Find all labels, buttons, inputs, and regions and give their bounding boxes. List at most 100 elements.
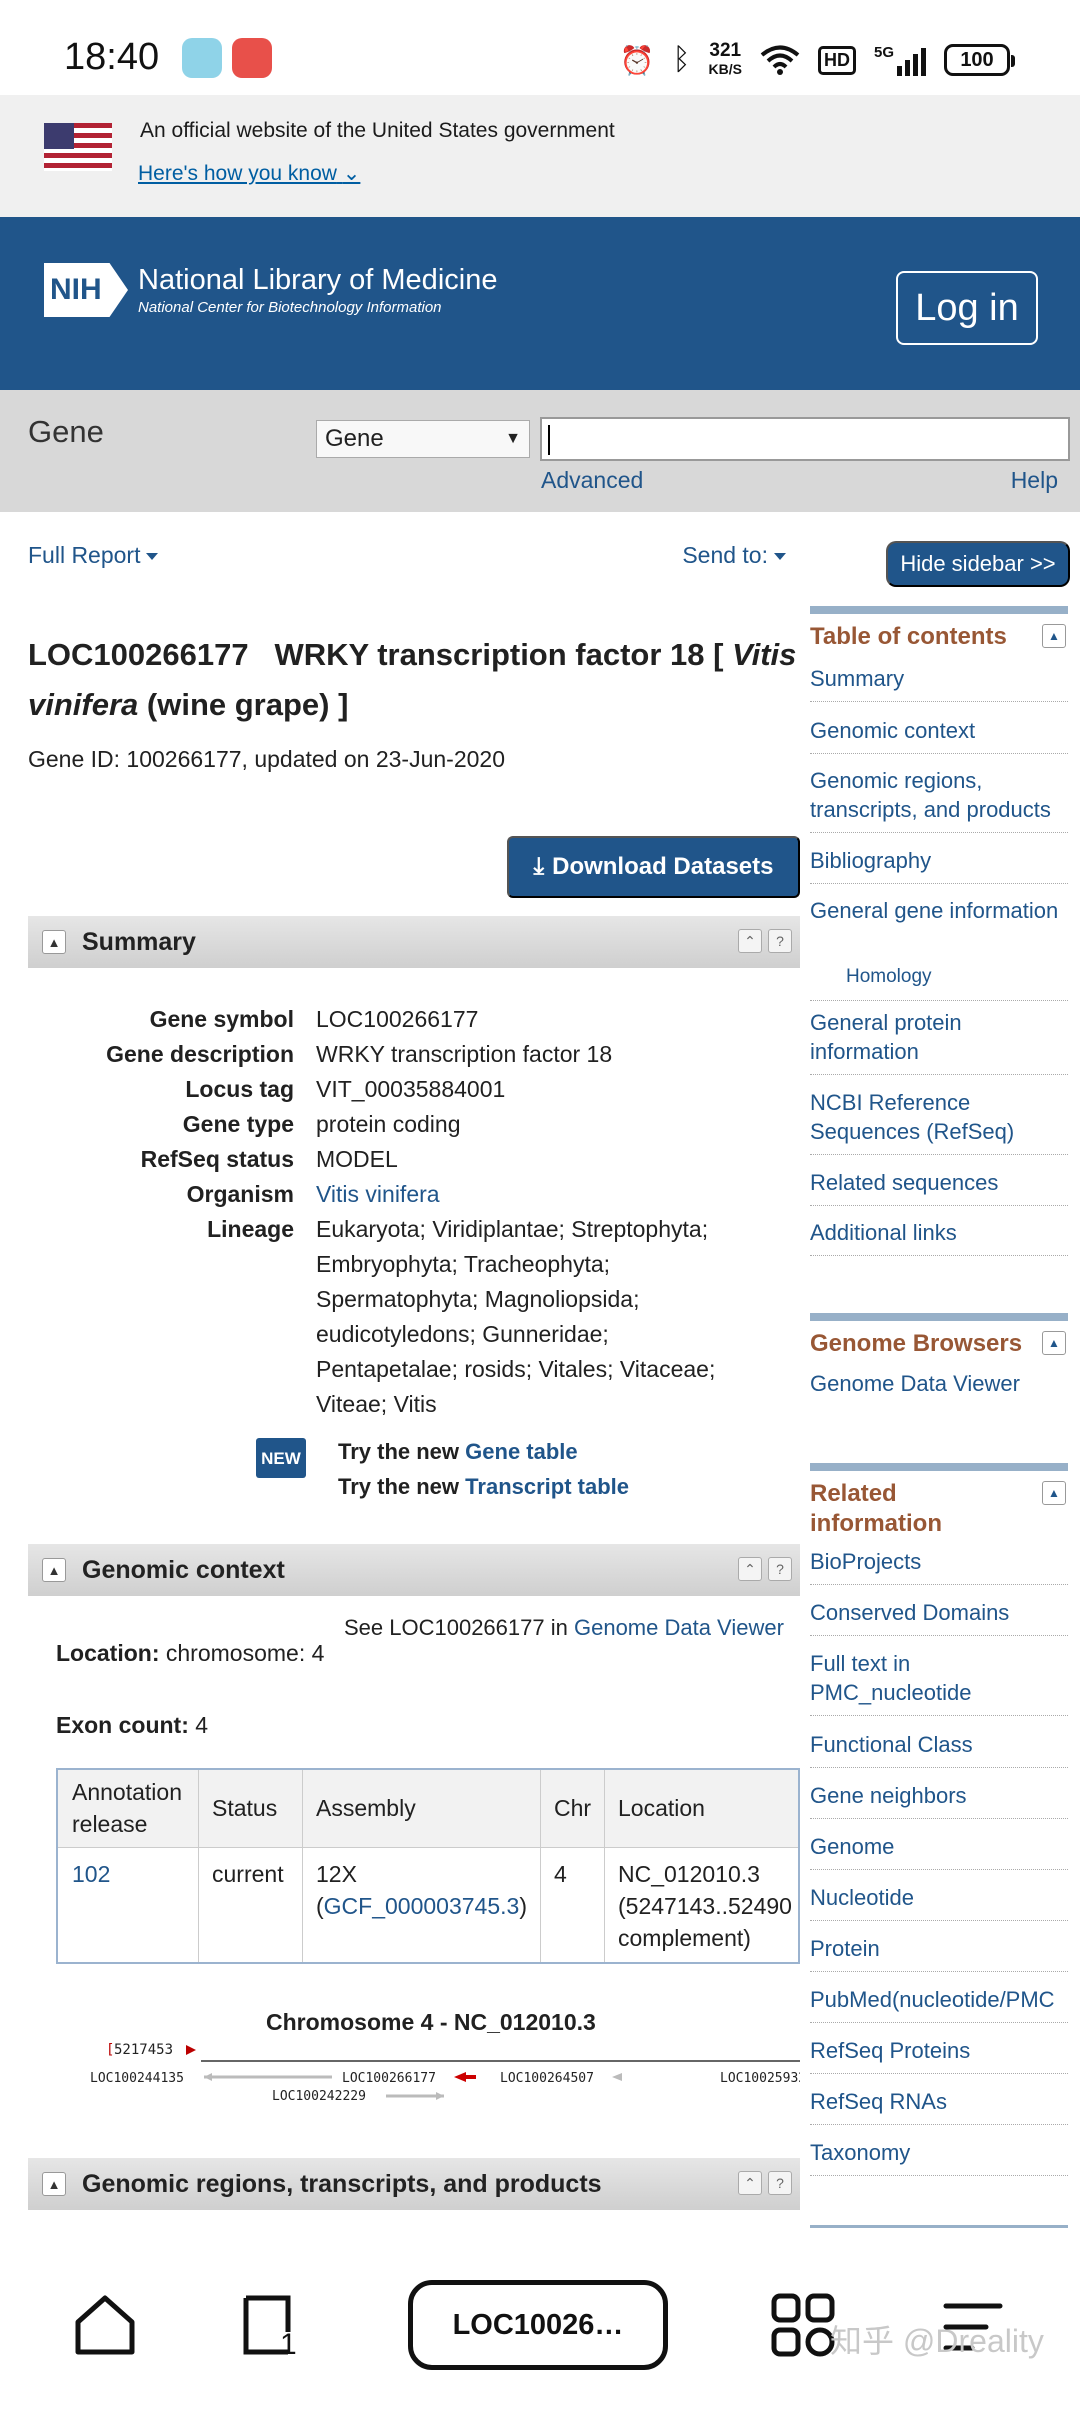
organism-link[interactable]: Vitis vinifera (316, 1177, 756, 1212)
genome-data-viewer-link[interactable]: Genome Data Viewer (574, 1615, 784, 1640)
toc-item-genomic-context[interactable]: Genomic context (810, 716, 1068, 754)
status-cell: current (212, 1861, 284, 1887)
related-item[interactable]: Nucleotide (810, 1883, 1068, 1921)
collapse-icon[interactable]: ▲ (1042, 624, 1066, 648)
expand-all-icon[interactable]: ⌃ (738, 2171, 762, 2195)
toc-item-homology[interactable]: Homology (846, 962, 1068, 999)
toc-title: Table of contents (810, 623, 1007, 650)
tabs-icon[interactable]: 1 (238, 2292, 304, 2358)
logo-subtitle: National Center for Biotechnology Inform… (138, 299, 442, 316)
gene-id-line: Gene ID: 100266177, updated on 23-Jun-20… (28, 746, 505, 772)
toc-item-bibliography[interactable]: Bibliography (810, 846, 1068, 884)
related-item[interactable]: Conserved Domains (810, 1598, 1068, 1636)
search-input[interactable] (540, 417, 1070, 461)
database-select[interactable]: Gene ▼ (316, 420, 530, 458)
toc-item-general-protein-info[interactable]: General protein information (810, 1008, 1068, 1075)
related-item[interactable]: Full text in PMC_nucleotide (810, 1649, 1068, 1716)
browser-bottom-nav: 1 LOC10026… 知乎 @Dreality (0, 2268, 1080, 2412)
toc-item-related-sequences[interactable]: Related sequences (810, 1168, 1068, 1206)
location-cell: NC_012010.3 (5247143..52490 complement) (618, 1861, 792, 1951)
genome-data-viewer-link[interactable]: Genome Data Viewer (810, 1369, 1068, 1406)
page-title: LOC100266177 WRKY transcription factor 1… (28, 637, 797, 722)
column-header: Annotation release (72, 1779, 182, 1837)
summary-row: Gene description WRKY transcription facto… (106, 1041, 613, 1067)
annotation-table: Annotation release Status Assembly Chr L… (56, 1768, 800, 1964)
related-item[interactable]: Gene neighbors (810, 1781, 1068, 1819)
related-info-title: Related information (810, 1480, 942, 1537)
help-icon[interactable]: ? (768, 1557, 792, 1581)
toc-item-genomic-regions[interactable]: Genomic regions, transcripts, and produc… (810, 766, 1068, 833)
gene-label: LOC100259329 (720, 2071, 800, 2086)
expand-all-icon[interactable]: ⌃ (738, 1557, 762, 1581)
collapse-icon[interactable]: ▲ (42, 2172, 66, 2196)
download-icon: ⤓ (533, 853, 545, 880)
notification-app-icon (182, 38, 222, 78)
transcript-table-link[interactable]: Transcript table (465, 1474, 629, 1499)
related-item[interactable]: Functional Class (810, 1730, 1068, 1768)
chromosome-graphic[interactable]: [ 5217453 LOC100244135 LOC100266177 LOC1… (56, 2042, 800, 2112)
help-icon[interactable]: ? (768, 2171, 792, 2195)
related-item[interactable]: Genome (810, 1832, 1068, 1870)
text-cursor (548, 425, 550, 455)
related-item[interactable]: Taxonomy (810, 2138, 1068, 2176)
related-information-panel: Related information ▲ BioProjects Conser… (810, 1463, 1068, 2233)
genome-browsers-panel: Genome Browsers ▲ Genome Data Viewer (810, 1313, 1068, 1413)
related-item[interactable]: Protein (810, 1934, 1068, 1972)
collapse-icon[interactable]: ▲ (1042, 1481, 1066, 1505)
genomic-context-section-header[interactable]: ▲ Genomic context ⌃ ? (28, 1544, 800, 1596)
download-datasets-button[interactable]: ⤓ Download Datasets (507, 836, 800, 898)
collapse-icon[interactable]: ▲ (42, 1558, 66, 1582)
assembly-link[interactable]: GCF_000003745.3 (324, 1893, 520, 1919)
wifi-icon (760, 45, 800, 75)
related-item[interactable]: RefSeq RNAs (810, 2087, 1068, 2125)
expand-all-icon[interactable]: ⌃ (738, 929, 762, 953)
summary-section-header[interactable]: ▲ Summary ⌃ ? (28, 916, 800, 968)
signal-icon: 5G (874, 44, 926, 76)
help-icon[interactable]: ? (768, 929, 792, 953)
annotation-release-link[interactable]: 102 (58, 1858, 124, 1890)
summary-row: Lineage Eukaryota; Viridiplantae; Strepto… (207, 1216, 716, 1417)
collapse-icon[interactable]: ▲ (42, 930, 66, 954)
start-coordinate-label: 5217453 (114, 2042, 173, 2058)
logo-title: National Library of Medicine (138, 264, 498, 296)
summary-table: Gene symbol LOC100266177 Gene description… (28, 1002, 800, 1422)
chevron-down-icon: ⌄ (342, 162, 361, 185)
summary-row: Gene type protein coding (182, 1111, 461, 1137)
collapse-icon[interactable]: ▲ (1042, 1331, 1066, 1355)
apps-grid-icon[interactable] (770, 2292, 836, 2358)
send-to-dropdown[interactable]: Send to: (682, 542, 786, 569)
status-icons: ⏰ ᛒ 321 KB/S HD 5G 100 (619, 38, 1015, 82)
related-item[interactable]: PubMed(nucleotide/PMC (810, 1985, 1068, 2023)
location-line: Location: chromosome: 4 (56, 1640, 325, 1666)
login-button[interactable]: Log in (896, 271, 1038, 345)
genome-browsers-title: Genome Browsers (810, 1330, 1023, 1357)
toc-item-refseq[interactable]: NCBI Reference Sequences (RefSeq) (810, 1088, 1068, 1155)
nlm-logo[interactable]: NIH National Library of Medicine Nationa… (44, 263, 497, 317)
summary-row: Locus tag VIT_00035884001 (185, 1076, 506, 1102)
assembly-cell: 12X (GCF_000003745.3) (316, 1861, 527, 1919)
alarm-icon: ⏰ (619, 44, 655, 76)
hide-sidebar-button[interactable]: Hide sidebar >> (886, 541, 1070, 587)
toc-item-general-gene-info[interactable]: General gene information (810, 896, 1068, 933)
genomic-regions-section-header[interactable]: ▲ Genomic regions, transcripts, and prod… (28, 2158, 800, 2210)
toc-item-additional-links[interactable]: Additional links (810, 1218, 1068, 1256)
advanced-search-link[interactable]: Advanced (541, 467, 643, 494)
toc-item-summary[interactable]: Summary (810, 664, 1068, 702)
summary-row: Gene symbol LOC100266177 (149, 1006, 479, 1032)
how-you-know-link[interactable]: Here's how you know ⌄ (138, 161, 360, 186)
caret-down-icon (774, 553, 786, 561)
chr-cell: 4 (554, 1861, 567, 1887)
gene-table-link[interactable]: Gene table (465, 1439, 577, 1464)
watermark: 知乎 @Dreality (830, 2323, 1044, 2359)
column-header: Location (618, 1795, 705, 1821)
status-bar: 18:40 ⏰ ᛒ 321 KB/S HD 5G 100 (0, 0, 1080, 95)
exon-count-line: Exon count: 4 (56, 1712, 209, 1738)
help-link[interactable]: Help (1011, 467, 1058, 494)
address-bar-button[interactable]: LOC10026… (408, 2280, 668, 2370)
related-item[interactable]: RefSeq Proteins (810, 2036, 1068, 2074)
related-item[interactable]: BioProjects (810, 1547, 1068, 1585)
home-icon[interactable] (72, 2292, 138, 2358)
nih-logo-icon: NIH (44, 263, 128, 317)
column-header: Assembly (316, 1795, 416, 1821)
full-report-dropdown[interactable]: Full Report (28, 542, 159, 569)
